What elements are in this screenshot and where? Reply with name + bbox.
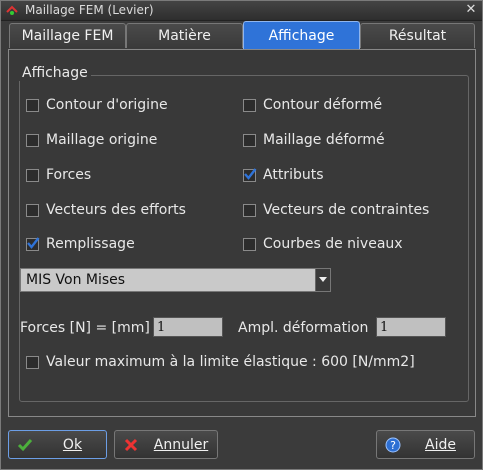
checkmark-icon bbox=[27, 236, 40, 249]
checkbox-label: Contour d'origine bbox=[46, 97, 168, 113]
app-icon bbox=[6, 5, 18, 15]
checkbox-label: Vecteurs de contraintes bbox=[263, 202, 430, 218]
help-icon: ? bbox=[385, 437, 401, 452]
checkbox-valeur-max[interactable]: Valeur maximum à la limite élastique : 6… bbox=[26, 353, 415, 371]
tab-maillage-fem[interactable]: Maillage FEM bbox=[9, 23, 126, 48]
title-bar[interactable]: Maillage FEM (Levier) ✕ bbox=[1, 1, 482, 21]
tab-bar: Maillage FEM Matière Affichage Résultat bbox=[9, 21, 475, 50]
tab-resultat[interactable]: Résultat bbox=[360, 23, 475, 48]
checkbox-contour-origine[interactable]: Contour d'origine bbox=[26, 96, 168, 114]
checkbox-label: Remplissage bbox=[46, 236, 135, 252]
cancel-button[interactable]: Annuler bbox=[114, 430, 218, 459]
tab-affichage[interactable]: Affichage bbox=[243, 21, 360, 50]
checkbox-label: Maillage origine bbox=[46, 132, 158, 148]
tab-panel: Affichage Contour d'origine Contour défo… bbox=[8, 49, 476, 417]
checkbox-vecteurs-contraintes[interactable]: Vecteurs de contraintes bbox=[243, 201, 429, 219]
checkbox-box[interactable] bbox=[26, 203, 39, 217]
dropdown-arrow-icon[interactable] bbox=[315, 269, 330, 291]
checkbox-remplissage[interactable]: Remplissage bbox=[26, 235, 135, 253]
checkbox-label: Vecteurs des efforts bbox=[46, 202, 186, 218]
checkbox-box[interactable] bbox=[243, 133, 256, 147]
checkbox-forces[interactable]: Forces bbox=[26, 166, 91, 184]
forces-input[interactable]: 1 bbox=[153, 317, 223, 337]
ampl-label: Ampl. déformation bbox=[238, 320, 369, 336]
dialog-window: Maillage FEM (Levier) ✕ Maillage FEM Mat… bbox=[0, 0, 483, 470]
checkbox-box[interactable] bbox=[26, 355, 39, 369]
ampl-input[interactable]: 1 bbox=[376, 317, 446, 337]
window-title: Maillage FEM (Levier) bbox=[25, 3, 154, 17]
checkbox-label: Forces bbox=[46, 167, 92, 183]
checkbox-box[interactable] bbox=[243, 167, 257, 182]
checkbox-box[interactable] bbox=[26, 98, 39, 112]
checkmark-icon bbox=[244, 167, 257, 180]
group-label: Affichage bbox=[19, 65, 91, 81]
help-label: Aide bbox=[425, 436, 456, 453]
checkbox-label: Valeur maximum à la limite élastique : 6… bbox=[46, 354, 415, 370]
checkbox-label: Maillage déformé bbox=[263, 132, 385, 148]
checkbox-box[interactable] bbox=[243, 98, 256, 112]
cancel-label: Annuler bbox=[153, 436, 209, 453]
close-icon[interactable]: ✕ bbox=[464, 3, 478, 17]
checkbox-label: Attributs bbox=[263, 167, 324, 183]
checkbox-attributs[interactable]: Attributs bbox=[243, 166, 324, 184]
checkbox-label: Contour déformé bbox=[263, 97, 383, 113]
checkbox-vecteurs-efforts[interactable]: Vecteurs des efforts bbox=[26, 201, 186, 219]
checkbox-box[interactable] bbox=[26, 236, 40, 251]
check-icon bbox=[17, 438, 33, 451]
tab-matiere[interactable]: Matière bbox=[126, 23, 243, 48]
svg-text:?: ? bbox=[390, 439, 396, 452]
ok-button[interactable]: Ok bbox=[8, 430, 107, 459]
checkbox-box[interactable] bbox=[26, 133, 39, 147]
forces-label: Forces [N] = [mm] bbox=[20, 320, 150, 336]
ok-label: Ok bbox=[62, 436, 83, 453]
checkbox-box[interactable] bbox=[26, 168, 39, 182]
checkbox-contour-deforme[interactable]: Contour déformé bbox=[243, 96, 382, 114]
help-button[interactable]: ? Aide bbox=[376, 430, 475, 459]
cross-icon bbox=[124, 438, 138, 451]
checkbox-courbes-niveaux[interactable]: Courbes de niveaux bbox=[243, 235, 403, 253]
result-type-select[interactable]: MIS Von Mises bbox=[20, 268, 331, 292]
checkbox-maillage-origine[interactable]: Maillage origine bbox=[26, 131, 157, 149]
checkbox-box[interactable] bbox=[243, 203, 256, 217]
checkbox-label: Courbes de niveaux bbox=[263, 236, 403, 252]
checkbox-box[interactable] bbox=[243, 237, 256, 251]
select-value: MIS Von Mises bbox=[26, 272, 126, 288]
checkbox-maillage-deforme[interactable]: Maillage déformé bbox=[243, 131, 385, 149]
